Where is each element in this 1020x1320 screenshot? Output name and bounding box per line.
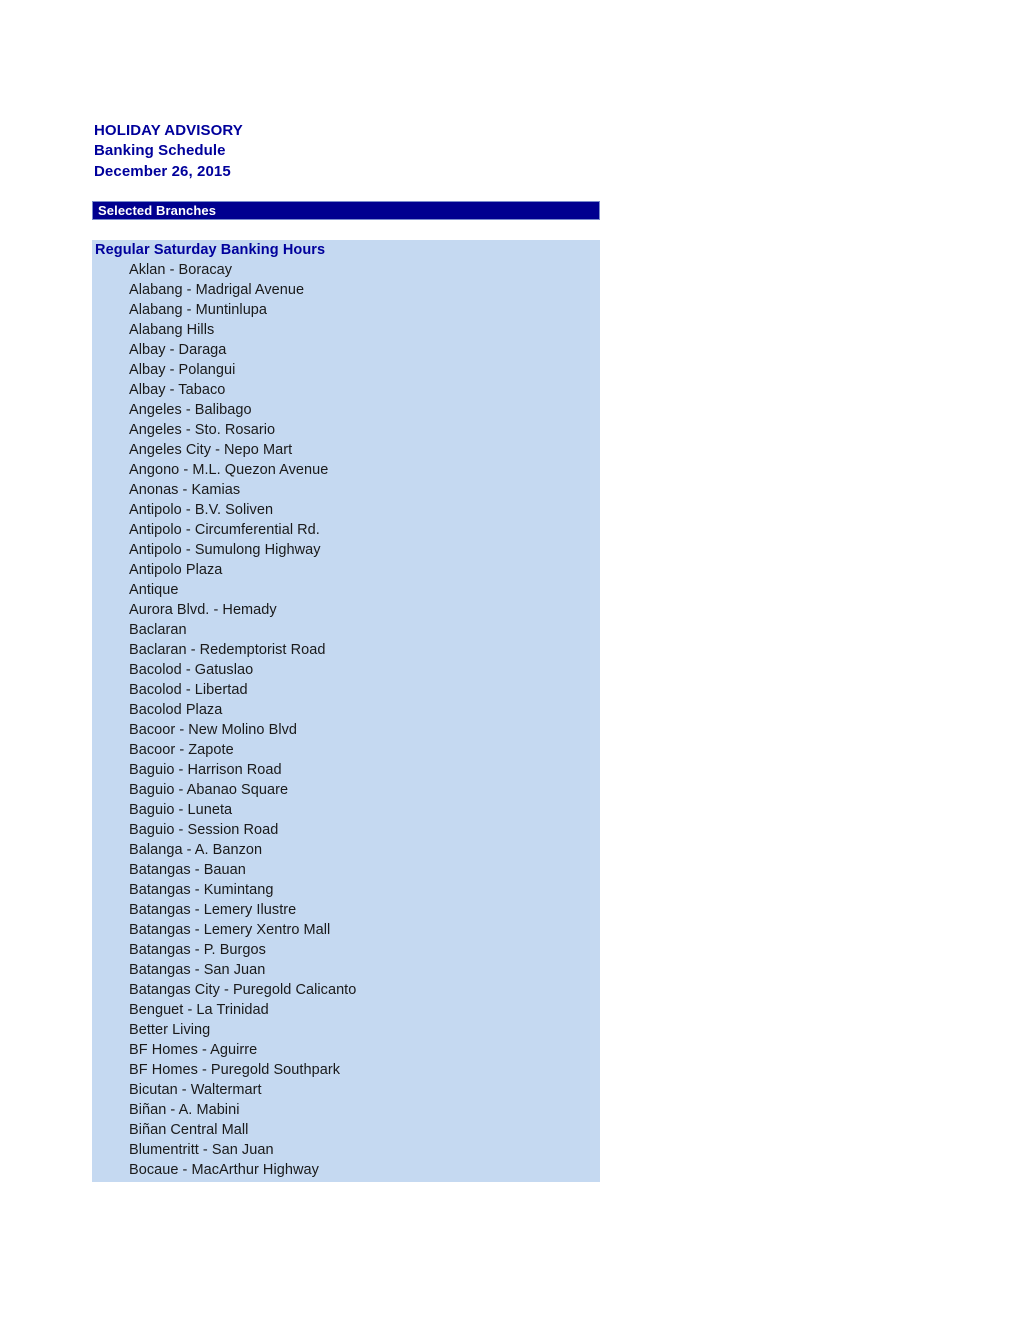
branch-list-panel: Regular Saturday Banking Hours Aklan - B… <box>92 240 600 1182</box>
branch-list-item: Baguio - Harrison Road <box>129 762 282 778</box>
branch-list-item: Biñan Central Mall <box>129 1122 249 1138</box>
branch-list-item: Baguio - Luneta <box>129 802 233 818</box>
branch-list-item: Baclaran - Redemptorist Road <box>129 642 326 658</box>
branch-list-item: Baclaran <box>129 622 187 638</box>
advisory-title-block: HOLIDAY ADVISORY Banking Schedule Decemb… <box>94 121 243 182</box>
branch-list-item: Batangas - San Juan <box>129 962 266 978</box>
branch-list-item: Bacoor - Zapote <box>129 742 234 758</box>
branch-list-item: Antipolo - B.V. Soliven <box>129 502 274 518</box>
branch-list-item: Bacolod - Libertad <box>129 682 248 698</box>
branch-list-item: Batangas - P. Burgos <box>129 942 266 958</box>
branch-list-item: Biñan - A. Mabini <box>129 1102 240 1118</box>
branch-list-item: BF Homes - Aguirre <box>129 1042 258 1058</box>
branch-list-item: Alabang Hills <box>129 322 215 338</box>
branch-list-item: Batangas - Bauan <box>129 862 246 878</box>
section-header-label: Selected Branches <box>98 203 217 218</box>
branch-list-item: Albay - Polangui <box>129 362 236 378</box>
branch-list-item: Aurora Blvd. - Hemady <box>129 602 277 618</box>
branch-list-item: Aklan - Boracay <box>129 262 233 278</box>
branch-group-heading: Regular Saturday Banking Hours <box>95 242 326 258</box>
advisory-date: December 26, 2015 <box>94 162 231 180</box>
advisory-page: HOLIDAY ADVISORY Banking Schedule Decemb… <box>0 0 1020 1320</box>
branch-list-item: Benguet - La Trinidad <box>129 1002 269 1018</box>
branch-list-item: Angeles - Sto. Rosario <box>129 422 276 438</box>
branch-list-item: Antipolo - Sumulong Highway <box>129 542 321 558</box>
section-header-bar: Selected Branches <box>92 201 600 220</box>
branch-list-item: Baguio - Abanao Square <box>129 782 289 798</box>
branch-list-item: Bicutan - Waltermart <box>129 1082 262 1098</box>
branch-list-item: Antipolo - Circumferential Rd. <box>129 522 320 538</box>
branch-list-item: Alabang - Muntinlupa <box>129 302 268 318</box>
branch-list-item: Bacolod Plaza <box>129 702 223 718</box>
branch-list-item: BF Homes - Puregold Southpark <box>129 1062 340 1078</box>
branch-list-item: Albay - Tabaco <box>129 382 226 398</box>
branch-list-item: Baguio - Session Road <box>129 822 279 838</box>
branch-list-item: Better Living <box>129 1022 211 1038</box>
branch-list-item: Alabang - Madrigal Avenue <box>129 282 305 298</box>
branch-list-item: Batangas - Lemery Ilustre <box>129 902 297 918</box>
branch-list-item: Batangas - Kumintang <box>129 882 274 898</box>
branch-list-item: Balanga - A. Banzon <box>129 842 263 858</box>
branch-list-item: Albay - Daraga <box>129 342 227 358</box>
branch-list: Aklan - Boracay Alabang - Madrigal Avenue… <box>92 260 600 1180</box>
branch-list-item: Bocaue - MacArthur Highway <box>129 1162 319 1178</box>
branch-list-item: Bacolod - Gatuslao <box>129 662 254 678</box>
branch-list-item: Bacoor - New Molino Blvd <box>129 722 298 738</box>
branch-list-item: Angeles - Balibago <box>129 402 252 418</box>
branch-list-item: Batangas - Lemery Xentro Mall <box>129 922 331 938</box>
branch-list-item: Antique <box>129 582 179 598</box>
branch-list-item: Batangas City - Puregold Calicanto <box>129 982 357 998</box>
branch-list-item: Blumentritt - San Juan <box>129 1142 274 1158</box>
branch-list-item: Angeles City - Nepo Mart <box>129 442 293 458</box>
branch-list-item: Angono - M.L. Quezon Avenue <box>129 462 329 478</box>
advisory-title: HOLIDAY ADVISORY <box>94 122 243 139</box>
branch-list-item: Anonas - Kamias <box>129 482 241 498</box>
advisory-subtitle: Banking Schedule <box>94 142 226 160</box>
branch-list-item: Antipolo Plaza <box>129 562 223 578</box>
